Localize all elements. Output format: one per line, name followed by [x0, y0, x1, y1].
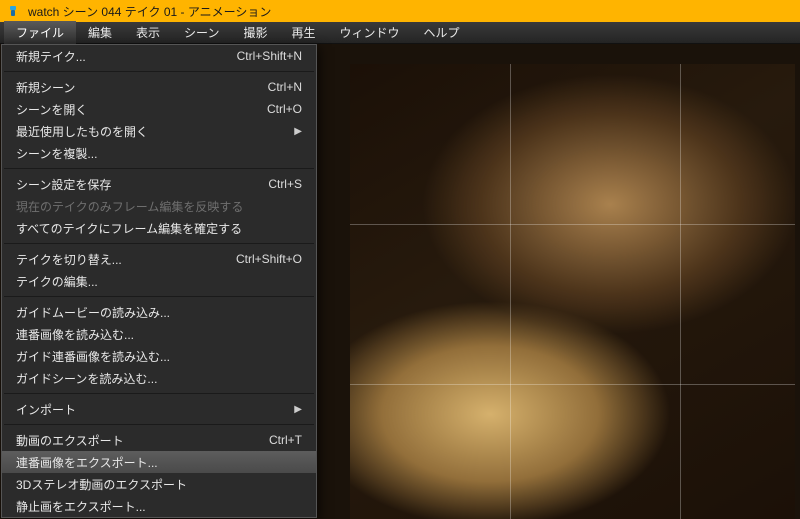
- menu-item-label: 新規テイク...: [16, 48, 225, 65]
- menu-item[interactable]: シーン設定を保存 Ctrl+S: [2, 173, 316, 195]
- menu-item-label: 静止画をエクスポート...: [16, 498, 302, 515]
- menu-item[interactable]: シーンを開く Ctrl+O: [2, 98, 316, 120]
- menu-item[interactable]: すべてのテイクにフレーム編集を確定する: [2, 217, 316, 239]
- menu-separator: [4, 296, 314, 297]
- menu-7[interactable]: ヘルプ: [412, 21, 472, 44]
- menu-item[interactable]: インポート▶: [2, 398, 316, 420]
- menu-separator: [4, 393, 314, 394]
- menu-separator: [4, 168, 314, 169]
- menu-item-shortcut: Ctrl+Shift+N: [237, 49, 302, 63]
- menu-separator: [4, 424, 314, 425]
- menu-item-label: 新規シーン: [16, 79, 256, 96]
- menu-item-label: インポート: [16, 401, 294, 418]
- menu-2[interactable]: 表示: [124, 21, 172, 44]
- menu-1[interactable]: 編集: [76, 21, 124, 44]
- app-icon: [6, 4, 20, 18]
- window-title: watch シーン 044 テイク 01 - アニメーション: [28, 3, 271, 20]
- menu-item[interactable]: テイクを切り替え... Ctrl+Shift+O: [2, 248, 316, 270]
- menu-item[interactable]: 静止画をエクスポート...: [2, 495, 316, 517]
- titlebar: watch シーン 044 テイク 01 - アニメーション: [0, 0, 800, 22]
- menu-item-shortcut: Ctrl+S: [268, 177, 302, 191]
- menu-item-label: 3Dステレオ動画のエクスポート: [16, 476, 302, 493]
- menu-item-label: すべてのテイクにフレーム編集を確定する: [16, 220, 302, 237]
- menu-item[interactable]: ガイド連番画像を読み込む...: [2, 345, 316, 367]
- menu-item-label: ガイド連番画像を読み込む...: [16, 348, 302, 365]
- menu-separator: [4, 71, 314, 72]
- menu-item: 現在のテイクのみフレーム編集を反映する: [2, 195, 316, 217]
- menu-item-shortcut: Ctrl+T: [269, 433, 302, 447]
- menu-3[interactable]: シーン: [172, 21, 231, 44]
- menu-item-label: テイクの編集...: [16, 273, 302, 290]
- menu-item[interactable]: ガイドムービーの読み込み...: [2, 301, 316, 323]
- menu-item-shortcut: Ctrl+O: [267, 102, 302, 116]
- menu-item-label: ガイドムービーの読み込み...: [16, 304, 302, 321]
- submenu-arrow-icon: ▶: [294, 404, 302, 415]
- menu-item-label: 現在のテイクのみフレーム編集を反映する: [16, 198, 302, 215]
- menu-item-label: 最近使用したものを開く: [16, 123, 294, 140]
- preview-image: [350, 64, 795, 519]
- menu-item[interactable]: シーンを複製...: [2, 142, 316, 164]
- menu-item[interactable]: 3Dステレオ動画のエクスポート: [2, 473, 316, 495]
- menu-5[interactable]: 再生: [279, 21, 327, 44]
- menu-item-label: ガイドシーンを読み込む...: [16, 370, 302, 387]
- menu-item-label: 連番画像をエクスポート...: [16, 454, 302, 471]
- menu-item[interactable]: 動画のエクスポート Ctrl+T: [2, 429, 316, 451]
- menu-item[interactable]: 最近使用したものを開く▶: [2, 120, 316, 142]
- menu-item-label: テイクを切り替え...: [16, 251, 224, 268]
- menu-item[interactable]: 新規テイク... Ctrl+Shift+N: [2, 45, 316, 67]
- menu-item-label: 動画のエクスポート: [16, 432, 257, 449]
- menu-0[interactable]: ファイル: [4, 21, 76, 44]
- menu-item[interactable]: ガイドシーンを読み込む...: [2, 367, 316, 389]
- menu-item[interactable]: テイクの編集...: [2, 270, 316, 292]
- menu-item-shortcut: Ctrl+N: [268, 80, 302, 94]
- menu-item-label: シーンを複製...: [16, 145, 302, 162]
- menu-item-label: シーン設定を保存: [16, 176, 256, 193]
- menu-item-shortcut: Ctrl+Shift+O: [236, 252, 302, 266]
- menubar: ファイル編集表示シーン撮影再生ウィンドウヘルプ: [0, 22, 800, 44]
- menu-item[interactable]: 連番画像を読み込む...: [2, 323, 316, 345]
- menu-4[interactable]: 撮影: [231, 21, 279, 44]
- menu-item[interactable]: 新規シーン Ctrl+N: [2, 76, 316, 98]
- submenu-arrow-icon: ▶: [294, 126, 302, 137]
- menu-separator: [4, 243, 314, 244]
- menu-6[interactable]: ウィンドウ: [327, 21, 411, 44]
- menu-item-label: 連番画像を読み込む...: [16, 326, 302, 343]
- file-menu-dropdown: 新規テイク... Ctrl+Shift+N 新規シーン Ctrl+N シーンを開く Ctr…: [1, 44, 317, 518]
- menu-item[interactable]: 連番画像をエクスポート...: [2, 451, 316, 473]
- menu-item-label: シーンを開く: [16, 101, 255, 118]
